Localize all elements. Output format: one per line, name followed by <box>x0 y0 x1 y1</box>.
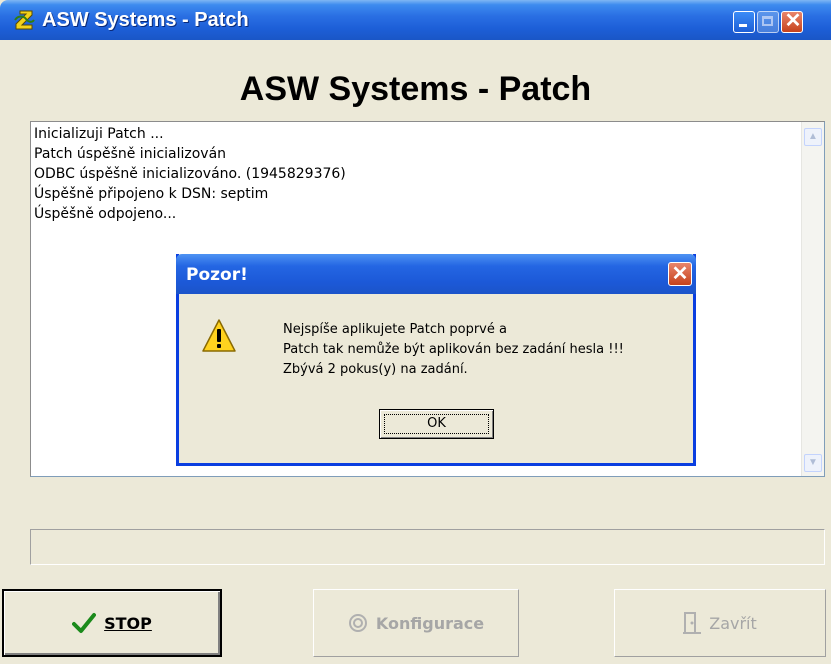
window-title: ASW Systems - Patch <box>42 9 249 31</box>
gear-icon <box>348 614 367 632</box>
scroll-up-icon[interactable]: ▲ <box>804 128 822 146</box>
minimize-button[interactable] <box>733 11 755 33</box>
dialog-message-line: Zbývá 2 pokus(y) na zadání. <box>283 362 468 377</box>
door-icon <box>683 612 702 634</box>
dialog-title: Pozor! <box>186 265 248 285</box>
dialog-message-line: Patch tak nemůže být aplikován bez zadán… <box>283 342 624 357</box>
close-app-button-label: Zavřít <box>709 613 757 633</box>
close-button[interactable]: ✕ <box>781 10 803 33</box>
close-icon: ✕ <box>671 263 689 285</box>
log-line: Inicializuji Patch ... <box>34 126 164 142</box>
stop-button[interactable]: STOP <box>2 589 222 657</box>
checkmark-icon <box>72 613 97 633</box>
log-scrollbar[interactable]: ▲ ▼ <box>801 122 824 476</box>
warning-dialog: Pozor! ✕ Nejspíše aplikujete Patch poprv… <box>176 254 696 466</box>
close-app-button[interactable]: Zavřít <box>614 589 826 657</box>
focus-ring <box>384 414 489 434</box>
close-icon: ✕ <box>784 10 802 32</box>
log-line: Úspěšně odpojeno... <box>34 206 177 222</box>
app-heading: ASW Systems - Patch <box>239 70 592 108</box>
app-logo-icon <box>14 10 35 30</box>
stop-button-label: STOP <box>104 613 152 633</box>
log-line: Patch úspěšně inicializován <box>34 146 227 162</box>
maximize-button[interactable] <box>757 11 779 33</box>
warning-icon <box>202 319 236 352</box>
configure-button-label: Konfigurace <box>375 613 485 633</box>
dialog-titlebar[interactable]: Pozor! ✕ <box>176 254 696 294</box>
dialog-close-button[interactable]: ✕ <box>668 262 692 286</box>
log-line: ODBC úspěšně inicializováno. (1945829376… <box>34 166 346 182</box>
log-line: Úspěšně připojeno k DSN: septim <box>34 186 269 202</box>
scroll-down-icon[interactable]: ▼ <box>804 454 822 472</box>
configure-button[interactable]: Konfigurace <box>313 589 519 657</box>
dialog-message-line: Nejspíše aplikujete Patch poprvé a <box>283 322 507 337</box>
window-titlebar[interactable]: ASW Systems - Patch ✕ <box>0 0 831 40</box>
ok-button[interactable]: OK <box>379 409 494 439</box>
log-lines: Inicializuji Patch ... Patch úspěšně ini… <box>34 124 346 224</box>
dialog-message: Nejspíše aplikujete Patch poprvé a Patch… <box>283 320 624 380</box>
progress-bar <box>30 529 825 565</box>
